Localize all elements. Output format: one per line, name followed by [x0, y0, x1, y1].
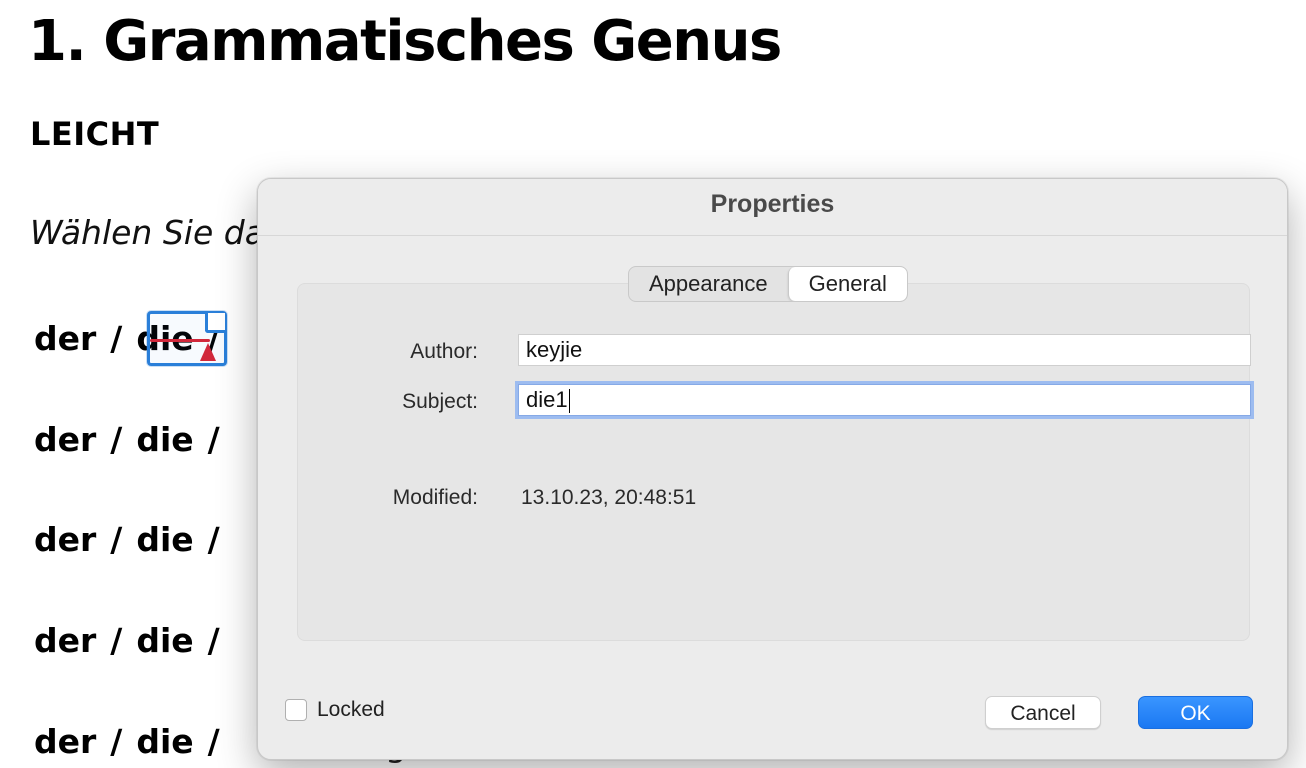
separator: /	[207, 722, 220, 761]
option-die[interactable]: die	[136, 719, 193, 765]
option-der[interactable]: der	[34, 517, 96, 563]
separator: /	[110, 420, 123, 459]
dialog-title: Properties	[710, 190, 835, 218]
instruction-text: Wählen Sie da	[30, 213, 265, 252]
note-fold-icon	[205, 313, 225, 333]
tab-general[interactable]: General	[787, 267, 907, 301]
author-field[interactable]: keyjie	[518, 334, 1251, 366]
exercise-row: der / die /	[34, 618, 234, 664]
separator: /	[110, 319, 123, 358]
option-der[interactable]: der	[34, 719, 96, 765]
option-der[interactable]: der	[34, 316, 96, 362]
separator: /	[207, 420, 220, 459]
option-die[interactable]: die	[136, 618, 193, 664]
separator: /	[207, 621, 220, 660]
general-panel: Author: keyjie Subject: die1 Modified: 1…	[297, 283, 1251, 641]
locked-option[interactable]: Locked	[285, 698, 385, 722]
ok-button[interactable]: OK	[1138, 696, 1253, 729]
locked-label[interactable]: Locked	[317, 698, 385, 722]
exercise-row: der / die /	[34, 719, 234, 765]
properties-dialog: Properties Author: keyjie Subject: die1 …	[257, 178, 1288, 760]
author-label: Author:	[410, 340, 478, 363]
tab-appearance[interactable]: Appearance	[629, 267, 788, 301]
modified-value: 13.10.23, 20:48:51	[521, 486, 697, 509]
strikeout-line	[150, 339, 210, 342]
modified-label: Modified:	[392, 486, 478, 509]
separator: /	[110, 722, 123, 761]
separator: /	[110, 621, 123, 660]
option-die[interactable]: die	[136, 417, 193, 463]
exercise-row: der / die /	[34, 517, 234, 563]
subject-value: die1	[526, 387, 568, 412]
separator: /	[207, 520, 220, 559]
locked-checkbox[interactable]	[285, 699, 307, 721]
tab-bar: Appearance General	[628, 266, 908, 302]
document-title: 1. Grammatisches Genus	[28, 9, 782, 74]
insert-caret-icon	[200, 343, 216, 361]
subject-field[interactable]: die1	[518, 384, 1251, 416]
separator: /	[110, 520, 123, 559]
subject-label: Subject:	[402, 390, 478, 413]
option-der[interactable]: der	[34, 618, 96, 664]
difficulty-heading: LEICHT	[30, 115, 160, 153]
text-cursor	[568, 389, 570, 414]
dialog-titlebar[interactable]: Properties	[258, 179, 1287, 236]
option-der[interactable]: der	[34, 417, 96, 463]
cancel-button[interactable]: Cancel	[985, 696, 1101, 729]
option-die[interactable]: die	[136, 517, 193, 563]
exercise-row: der / die /	[34, 417, 234, 463]
